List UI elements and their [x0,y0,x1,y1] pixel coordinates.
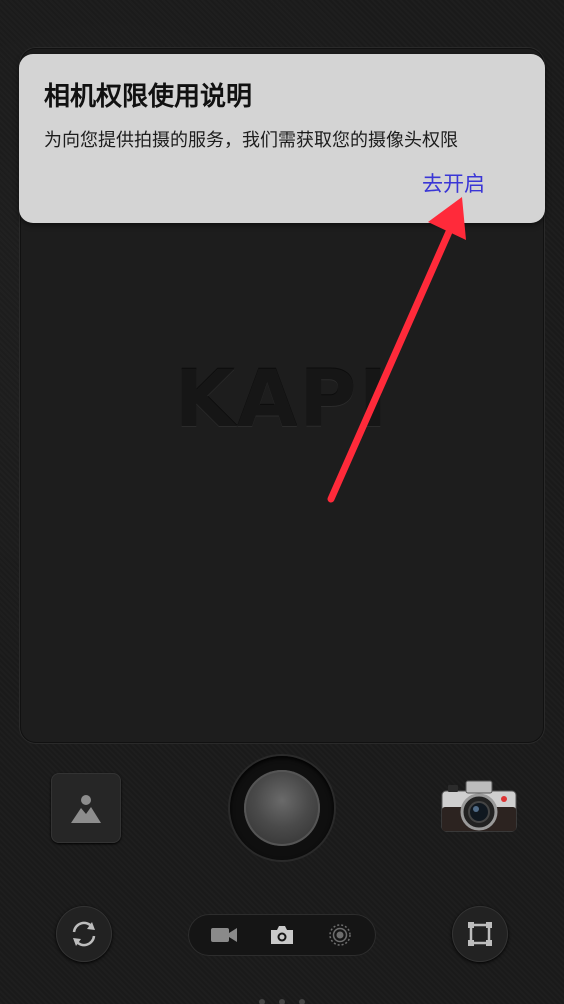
live-icon [329,924,351,946]
video-mode-button[interactable] [204,914,244,956]
crop-frame-icon [468,922,492,946]
retro-camera-icon[interactable] [440,779,518,835]
video-icon [211,928,237,942]
gallery-button[interactable] [51,773,121,843]
capture-mode-selector [188,914,376,956]
image-icon [71,795,101,823]
photo-icon [271,926,293,944]
switch-camera-button[interactable] [56,906,112,962]
live-mode-button[interactable] [320,914,360,956]
switch-camera-icon [72,921,96,947]
shutter-button[interactable] [230,756,334,860]
photo-mode-button[interactable] [262,914,302,956]
page-indicator [259,999,305,1004]
crop-button[interactable] [452,906,508,962]
shutter-knob [244,770,320,846]
